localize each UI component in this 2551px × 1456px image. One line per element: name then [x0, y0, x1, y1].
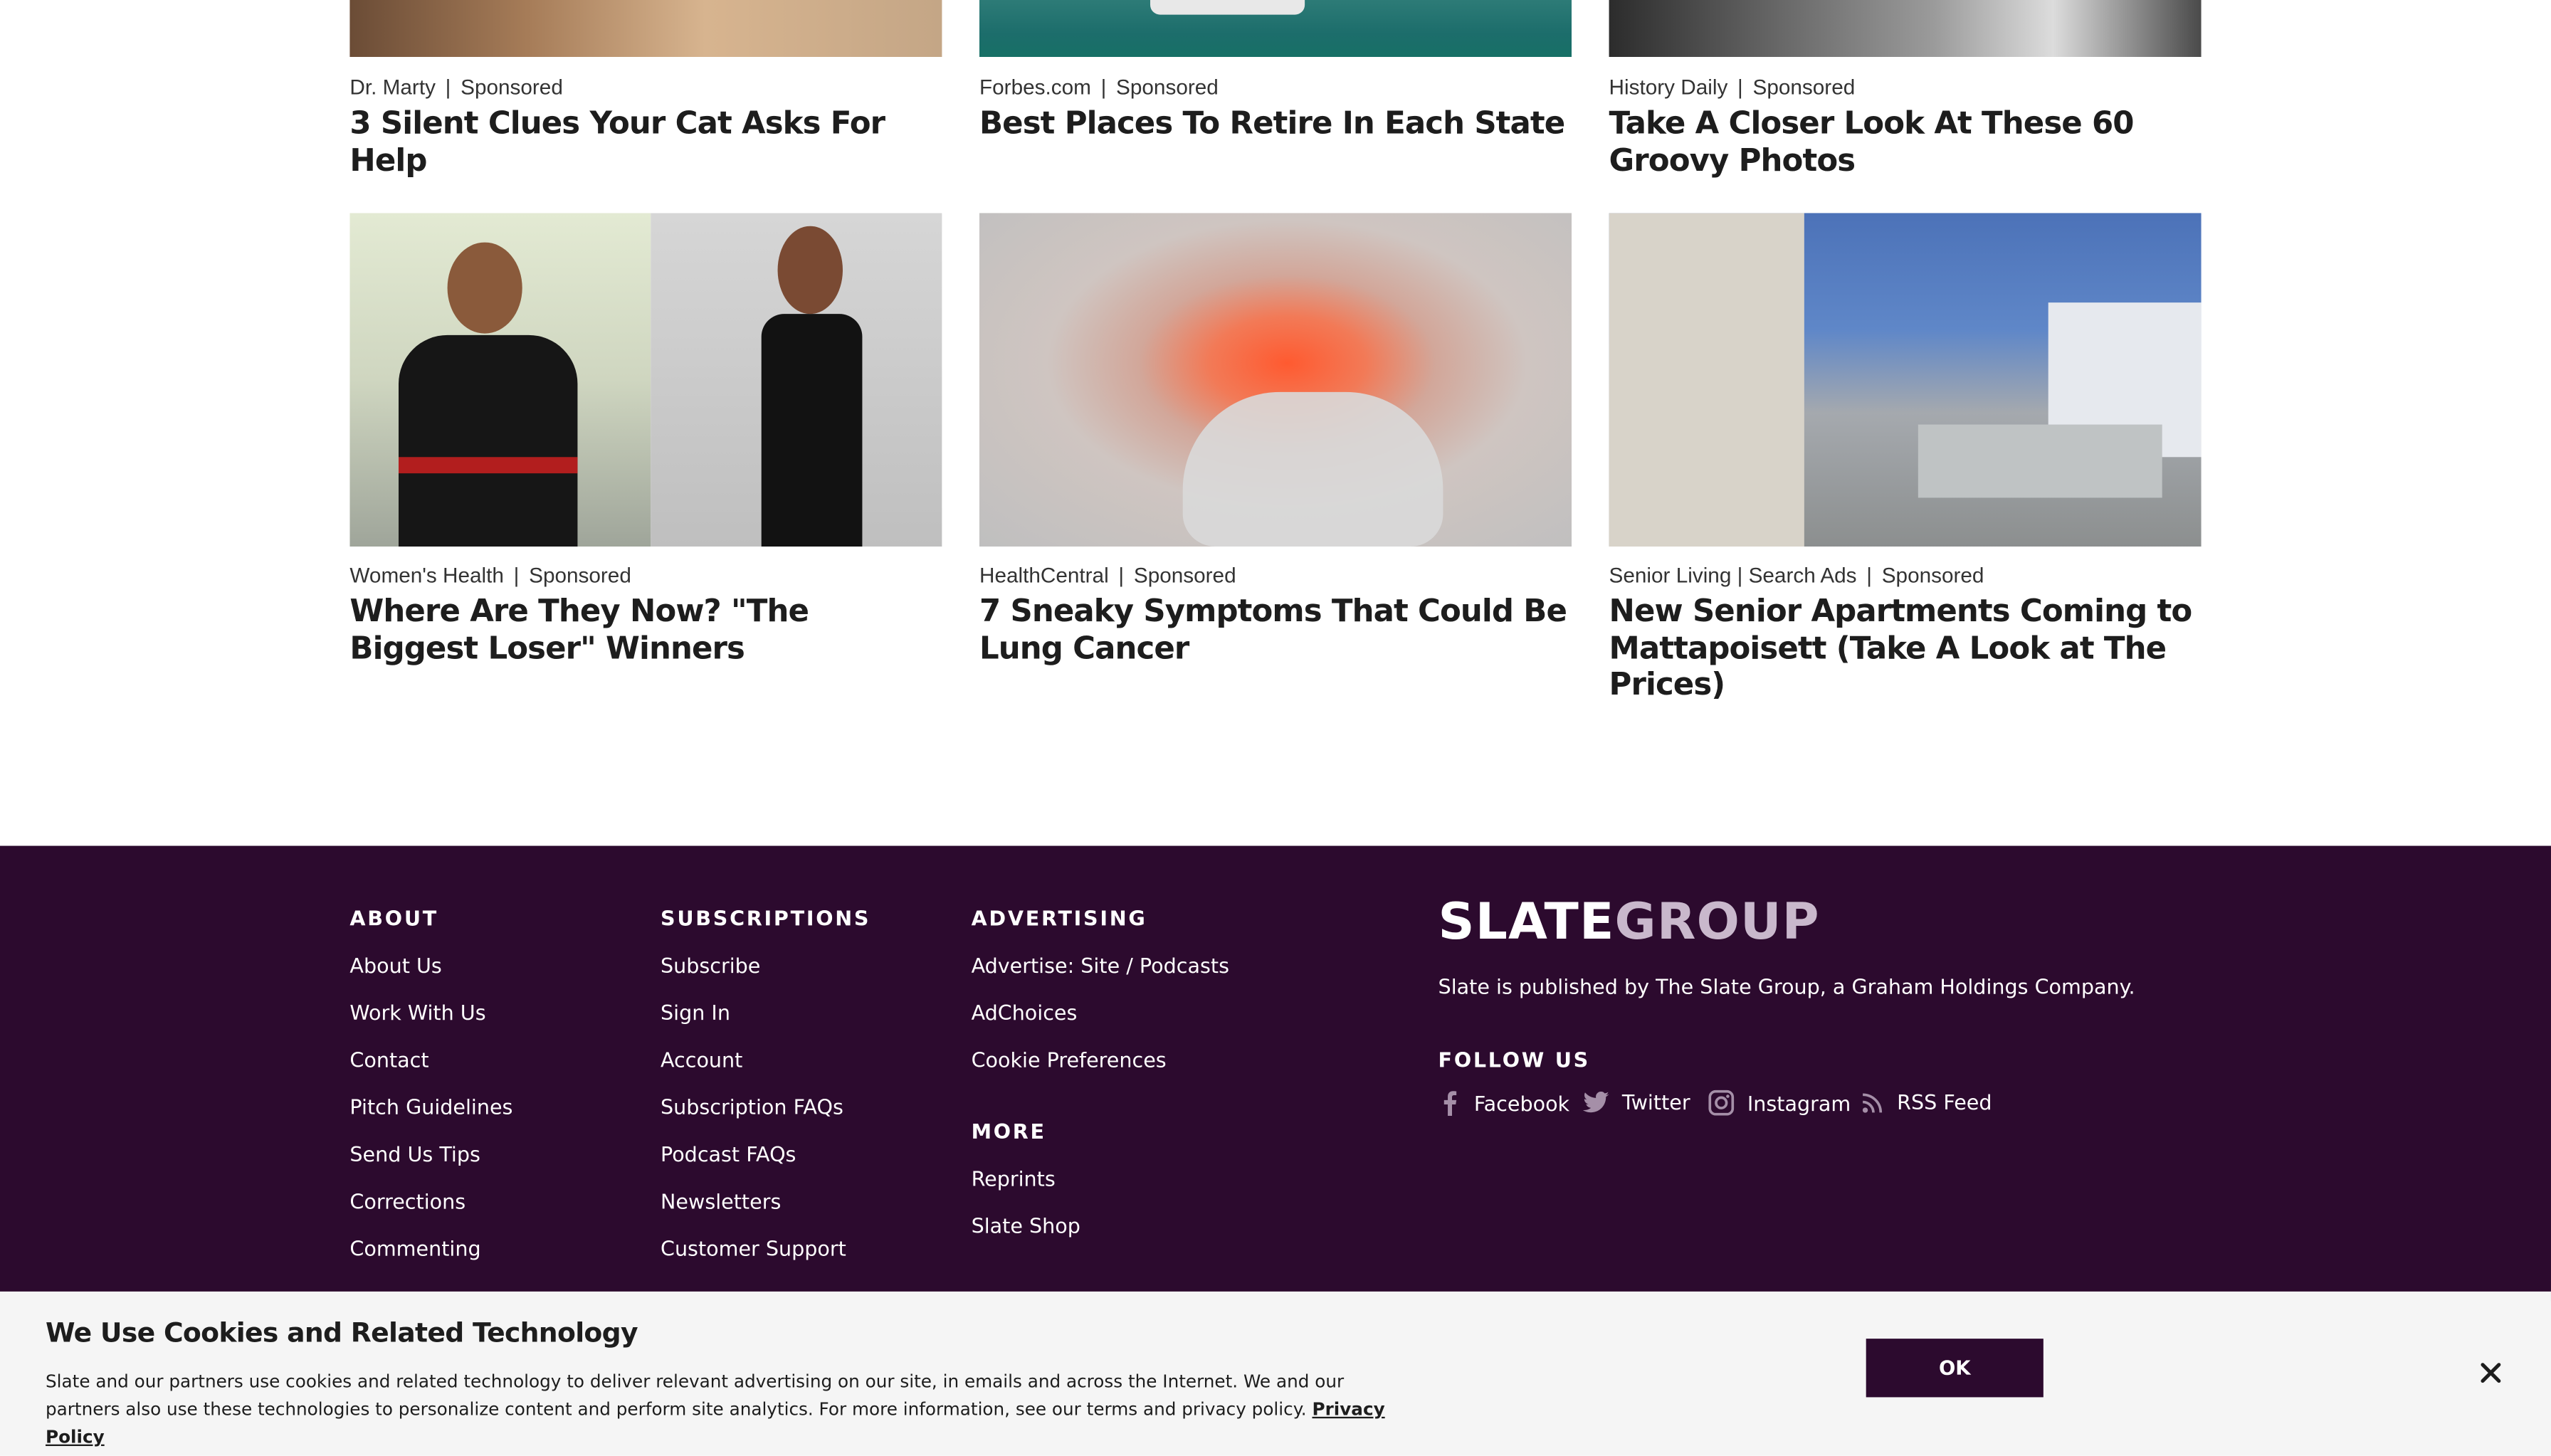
footer-link[interactable]: Sign In — [661, 1001, 730, 1025]
footer-link[interactable]: Send Us Tips — [349, 1142, 480, 1166]
article-image-cat[interactable] — [349, 0, 942, 57]
twitter-icon — [1582, 1090, 1609, 1112]
article-headline[interactable]: Take A Closer Look At These 60 Groovy Ph… — [1609, 106, 2202, 179]
footer-heading-about: ABOUT — [349, 906, 439, 931]
footer-link[interactable]: Cookie Preferences — [972, 1048, 1167, 1072]
hand-shape — [1182, 391, 1443, 547]
social-label: Twitter — [1621, 1090, 1690, 1114]
social-label: Facebook — [1473, 1090, 1570, 1115]
social-link-rss[interactable]: RSS Feed — [1861, 1090, 1992, 1114]
footer-heading-subscriptions: SUBSCRIPTIONS — [660, 906, 871, 931]
article-source: Forbes.com | Sponsored — [979, 75, 1219, 100]
boat-shape — [1150, 0, 1305, 15]
photo-after — [651, 213, 942, 547]
footer-link[interactable]: Work With Us — [349, 1001, 485, 1025]
close-icon[interactable] — [2475, 1356, 2508, 1389]
footer-link[interactable]: Account — [661, 1048, 742, 1072]
article-source: Dr. Marty | Sponsored — [349, 75, 563, 100]
person-head-shape — [777, 226, 843, 315]
follow-us-heading: FOLLOW US — [1438, 1047, 1590, 1072]
article-headline[interactable]: 3 Silent Clues Your Cat Asks For Help — [349, 106, 942, 179]
article-headline[interactable]: 7 Sneaky Symptoms That Could Be Lung Can… — [979, 594, 1572, 667]
footer-link[interactable]: Commenting — [349, 1236, 480, 1260]
footer-link[interactable]: Customer Support — [661, 1236, 846, 1260]
cookie-ok-button[interactable]: OK — [1866, 1339, 2044, 1398]
footer-link[interactable]: Reprints — [972, 1166, 1056, 1191]
belt-shape — [398, 457, 578, 474]
article-source: Senior Living | Search Ads | Sponsored — [1609, 562, 1984, 588]
footer-link[interactable]: Subscription FAQs — [661, 1094, 843, 1119]
social-label: Instagram — [1747, 1090, 1851, 1115]
footer-link[interactable]: Subscribe — [661, 953, 760, 977]
article-headline[interactable]: New Senior Apartments Coming to Mattapoi… — [1609, 594, 2202, 703]
cookie-title: We Use Cookies and Related Technology — [45, 1317, 638, 1349]
photo-before — [349, 213, 651, 547]
footer-link[interactable]: About Us — [349, 953, 441, 977]
footer-link[interactable]: Contact — [349, 1048, 428, 1072]
footer-link[interactable]: Podcast FAQs — [661, 1142, 796, 1166]
person-head-shape — [447, 242, 522, 334]
article-image-senior-apartments[interactable] — [1609, 213, 2202, 547]
article-image-retire[interactable] — [979, 0, 1572, 57]
article-source: Women's Health | Sponsored — [349, 562, 631, 588]
planter-shape — [1918, 424, 2162, 498]
footer-heading-more: MORE — [971, 1119, 1046, 1144]
footer-link[interactable]: Newsletters — [661, 1189, 781, 1213]
facebook-icon — [1443, 1091, 1457, 1116]
article-image-biggest-loser[interactable] — [349, 213, 942, 547]
article-image-lung-cancer[interactable] — [979, 213, 1572, 547]
footer-heading-advertising: ADVERTISING — [971, 906, 1147, 931]
footer-link[interactable]: Slate Shop — [972, 1213, 1080, 1238]
footer-link[interactable]: Pitch Guidelines — [349, 1094, 512, 1119]
social-link-instagram[interactable]: Instagram — [1708, 1090, 1851, 1116]
person-outfit-shape — [761, 314, 863, 547]
footer-link[interactable]: Advertise: Site / Podcasts — [972, 953, 1229, 977]
footer-link[interactable]: AdChoices — [972, 1001, 1078, 1025]
instagram-icon — [1708, 1090, 1735, 1116]
social-link-facebook[interactable]: Facebook — [1438, 1090, 1570, 1116]
footer-link[interactable]: Corrections — [349, 1189, 466, 1213]
article-headline[interactable]: Best Places To Retire In Each State — [979, 106, 1572, 142]
article-headline[interactable]: Where Are They Now? "The Biggest Loser" … — [349, 594, 942, 667]
social-label: RSS Feed — [1897, 1090, 1992, 1114]
cookie-text: Slate and our partners use cookies and r… — [45, 1371, 1385, 1448]
person-shirt-shape — [398, 334, 578, 547]
publisher-text: Slate is published by The Slate Group, a… — [1438, 974, 2135, 999]
social-link-twitter[interactable]: Twitter — [1582, 1090, 1690, 1114]
article-source: HealthCentral | Sponsored — [979, 562, 1236, 588]
article-image-groovy[interactable] — [1609, 0, 2202, 57]
article-source: History Daily | Sponsored — [1609, 75, 1856, 100]
rss-icon — [1862, 1092, 1883, 1112]
slate-group-logo[interactable]: SLATEGROUP — [1438, 893, 1820, 951]
building-left-shape — [1609, 213, 1804, 547]
